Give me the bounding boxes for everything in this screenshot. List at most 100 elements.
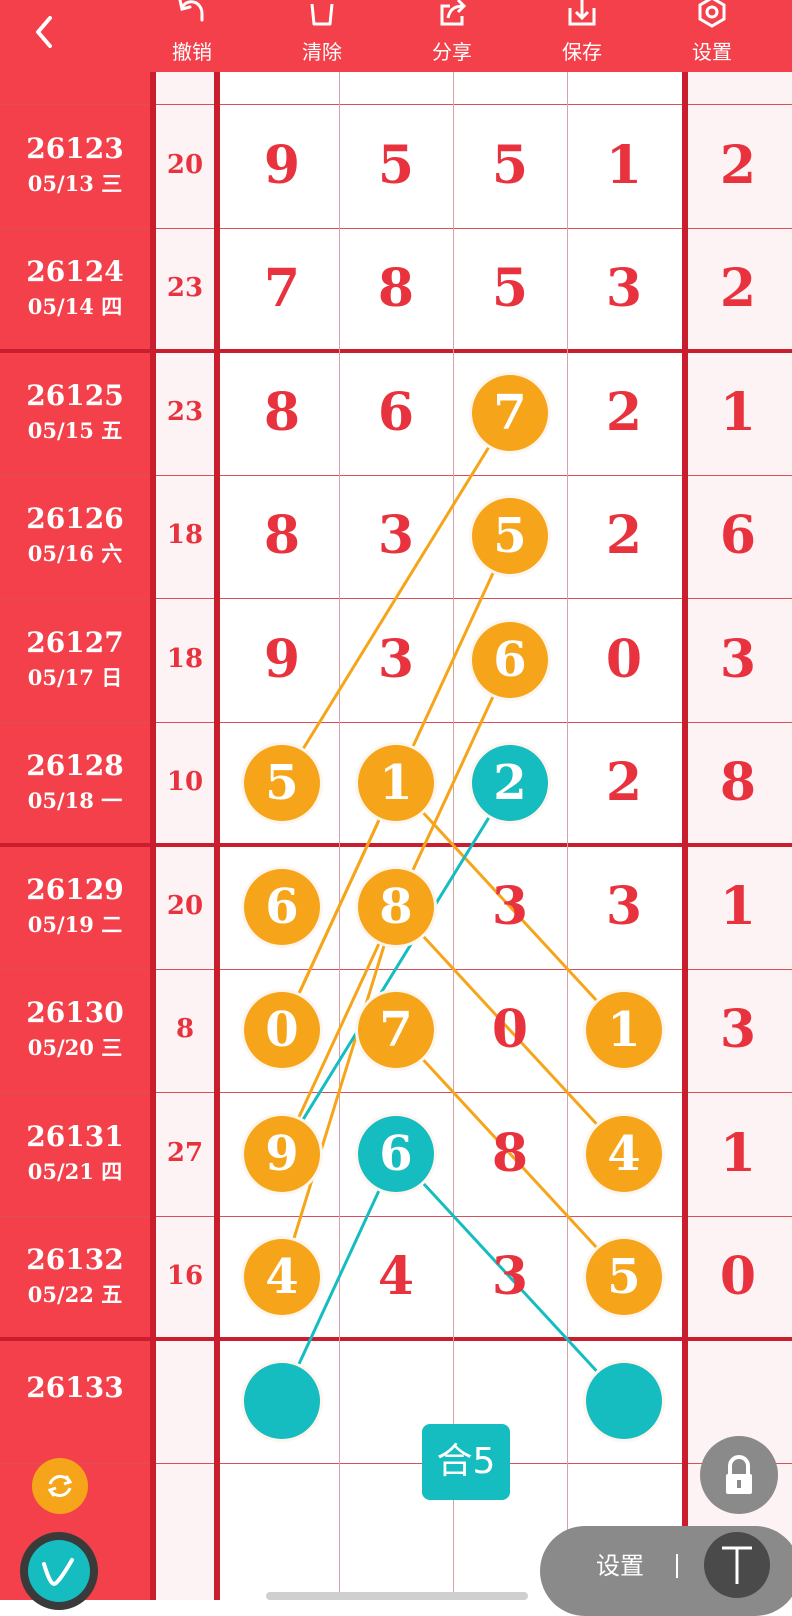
issue-number: 26123 [26,131,124,165]
trend-link-line [280,411,512,785]
settings-text-button[interactable]: 设置 [596,1546,644,1581]
digit-ball[interactable]: 0 [244,992,320,1069]
issue-number: 26126 [26,502,124,536]
digit-value[interactable]: 1 [584,135,664,196]
digit-value[interactable]: 2 [584,506,664,566]
digit-value[interactable]: 5 [470,135,550,196]
lock-button[interactable] [700,1436,778,1514]
span-value: 2 [719,258,757,320]
draw-date: 05/18 一 [27,788,123,814]
span-value: 8 [719,752,757,814]
sum-value: 10 [166,767,204,798]
digit-ball[interactable]: 7 [358,992,434,1069]
refresh-icon [47,1475,73,1497]
text-tool-button[interactable] [704,1532,770,1598]
draw-date: 05/17 日 [27,664,123,690]
digit-ball[interactable]: 8 [358,868,434,945]
issue-number: 26133 [26,1370,124,1404]
digit-ball[interactable]: 1 [358,745,434,822]
sum-value: 23 [166,273,204,304]
digit-ball[interactable]: 1 [586,992,662,1069]
sum-badge[interactable]: 合5 [422,1424,510,1500]
digit-value[interactable]: 3 [584,876,664,937]
digit-value[interactable]: 8 [356,259,436,319]
sum-value: 16 [166,1261,204,1292]
draw-date: 05/22 五 [27,1282,123,1308]
digit-ball[interactable] [244,1362,320,1439]
digit-value[interactable]: 3 [356,629,436,690]
text-tool-icon [722,1546,752,1584]
refresh-button[interactable] [32,1458,88,1514]
issue-number: 26131 [26,1119,124,1153]
draw-date: 05/13 三 [27,170,123,196]
sum-value: 18 [166,643,204,674]
digit-value[interactable]: 3 [356,506,436,566]
issue-number: 26124 [26,255,124,289]
digit-ball[interactable] [586,1362,662,1439]
sum-value: 20 [166,149,204,180]
draw-date: 05/20 三 [27,1035,123,1061]
issue-number: 26127 [26,625,124,659]
bottom-tool-bar: 设置 [540,1526,792,1616]
issue-number: 26130 [26,996,124,1030]
digit-ball[interactable]: 7 [472,374,548,451]
digit-value[interactable]: 3 [470,1247,550,1307]
digit-value[interactable]: 2 [584,382,664,443]
scrollbar[interactable] [266,1592,528,1600]
span-value: 6 [719,505,757,567]
digit-ball[interactable]: 2 [472,745,548,822]
digit-value[interactable]: 4 [356,1247,436,1307]
digit-value[interactable]: 3 [470,876,550,937]
draw-date: 05/19 二 [27,911,123,937]
sum-value: 20 [166,890,204,921]
digit-ball[interactable]: 4 [244,1239,320,1316]
sum-value: 8 [175,1014,195,1045]
lock-icon [726,1455,752,1494]
digit-ball[interactable]: 5 [244,745,320,822]
digit-ball[interactable]: 5 [472,498,548,575]
draw-date: 05/16 六 [27,541,123,567]
digit-ball[interactable]: 4 [586,1115,662,1192]
digit-value[interactable]: 2 [584,753,664,813]
issue-number: 26129 [26,872,124,906]
digit-value[interactable]: 8 [242,382,322,443]
trend-link-line [280,906,398,1278]
sum-value: 18 [166,520,204,551]
span-value: 1 [719,381,757,443]
trend-link-line [280,782,512,1155]
span-value: 0 [719,1246,757,1308]
sum-value: 27 [166,1137,204,1168]
digit-value[interactable]: 6 [356,382,436,443]
digit-value[interactable]: 9 [242,135,322,196]
digit-value[interactable]: 5 [470,259,550,319]
draw-date: 05/21 四 [27,1158,123,1184]
draw-date: 05/15 五 [27,417,123,443]
draw-date: 05/14 四 [27,294,123,320]
digit-value[interactable]: 8 [242,506,322,566]
issue-number: 26132 [26,1243,124,1277]
span-value: 3 [719,628,757,690]
digit-value[interactable]: 8 [470,1123,550,1184]
digit-value[interactable]: 9 [242,629,322,690]
span-value: 1 [719,1122,757,1184]
pen-icon [42,1558,74,1587]
span-value: 3 [719,999,757,1061]
pen-tool-button[interactable] [20,1532,98,1610]
span-value: 2 [719,134,757,196]
digit-value[interactable]: 0 [470,1000,550,1060]
issue-number: 26125 [26,378,124,412]
digit-ball[interactable]: 6 [472,621,548,698]
issue-number: 26128 [26,749,124,783]
digit-value[interactable]: 3 [584,259,664,319]
digit-ball[interactable]: 5 [586,1239,662,1316]
digit-value[interactable]: 5 [356,135,436,196]
sum-value: 23 [166,396,204,427]
digit-ball[interactable]: 6 [244,868,320,945]
pill-divider [676,1554,678,1578]
digit-ball[interactable]: 6 [358,1115,434,1192]
digit-value[interactable]: 7 [242,259,322,319]
pen-icon-bg [28,1540,90,1602]
digit-value[interactable]: 0 [584,629,664,690]
span-value: 1 [719,875,757,937]
digit-ball[interactable]: 9 [244,1115,320,1192]
